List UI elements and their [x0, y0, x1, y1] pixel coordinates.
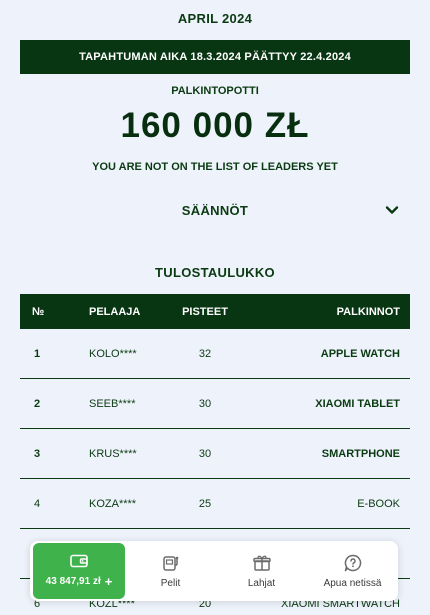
player-cell: KRUS**** [89, 447, 137, 460]
player-cell: KOZA**** [89, 497, 137, 510]
prize-cell: XIAOMI TABLET [315, 397, 400, 410]
prize-cell: APPLE WATCH [320, 347, 400, 360]
nav-label-gifts: Lahjat [247, 578, 276, 589]
player-cell: KOLO**** [89, 347, 137, 360]
table-row: 2 SEEB**** 30 XIAOMI TABLET [20, 379, 410, 429]
table-row: 3 KRUS**** 30 SMARTPHONE [20, 429, 410, 479]
event-dates-text: TAPAHTUMAN AIKA 18.3.2024 PÄÄTTYY 22.4.2… [79, 51, 351, 63]
wallet-icon [70, 554, 88, 567]
prize-cell: SMARTPHONE [321, 447, 400, 460]
nav-item-gifts[interactable]: Lahjat [216, 543, 307, 599]
month-title: APRIL 2024 [177, 11, 253, 26]
wallet-balance: 43 847,91 zł [45, 575, 101, 587]
points-cell: 32 [198, 347, 212, 360]
rules-accordion[interactable]: SÄÄNNÖT [20, 196, 410, 224]
prize-pool-label: PALKINTOPOTTI [171, 85, 259, 97]
player-cell: SEEB**** [89, 397, 136, 410]
column-header-prizes: PALKINNOT [336, 305, 400, 318]
plus-icon[interactable]: + [105, 574, 113, 589]
prize-cell: E-BOOK [357, 497, 400, 510]
column-header-points: PISTEET [182, 305, 228, 318]
table-row: 4 KOZA**** 25 E-BOOK [20, 479, 410, 529]
help-chat-icon [344, 554, 361, 572]
rank-cell: 4 [34, 497, 41, 510]
leaderboard-title: TULOSTAULUKKO [155, 265, 275, 280]
wallet-button[interactable]: 43 847,91 zł + [33, 543, 125, 599]
gift-icon [252, 555, 271, 571]
nav-label-help: Apua netissä [323, 578, 382, 589]
column-header-player: PELAAJA [89, 305, 141, 318]
column-header-rank: № [32, 305, 45, 318]
rank-cell: 1 [34, 347, 41, 360]
rules-label: SÄÄNNÖT [181, 202, 249, 218]
table-header: № PELAAJA PISTEET PALKINNOT [20, 294, 410, 329]
points-cell: 25 [198, 497, 212, 510]
rank-cell: 3 [34, 447, 41, 460]
leader-status-text: YOU ARE NOT ON THE LIST OF LEADERS YET [92, 161, 338, 173]
rank-cell: 2 [34, 397, 41, 410]
chevron-down-icon[interactable] [385, 203, 399, 217]
nav-label-games: Pelit [160, 578, 181, 589]
table-row: 1 KOLO**** 32 APPLE WATCH [20, 329, 410, 379]
slot-machine-icon [162, 556, 178, 571]
prize-pool-amount: 160 000 ZŁ [120, 106, 310, 145]
points-cell: 30 [198, 397, 212, 410]
bottom-navigation: 43 847,91 zł + Pelit Lahjat Apua netissä [30, 541, 398, 601]
nav-item-games[interactable]: Pelit [125, 543, 216, 599]
event-dates-banner: TAPAHTUMAN AIKA 18.3.2024 PÄÄTTYY 22.4.2… [20, 40, 410, 74]
points-cell: 30 [198, 447, 212, 460]
nav-item-help[interactable]: Apua netissä [307, 543, 398, 599]
